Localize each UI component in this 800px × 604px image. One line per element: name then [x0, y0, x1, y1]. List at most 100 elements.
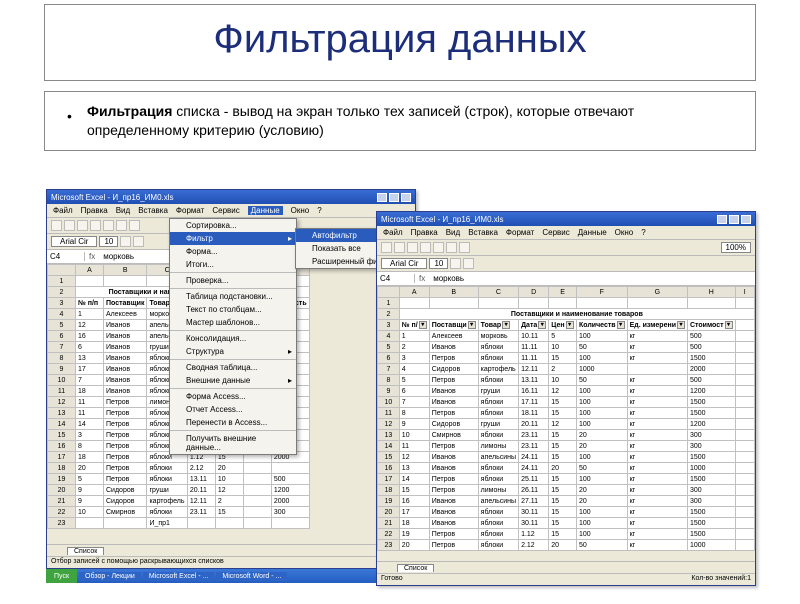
cell[interactable]: 1	[76, 309, 104, 320]
cell[interactable]: Сидоров	[104, 485, 147, 496]
cell[interactable]: кг	[627, 474, 687, 485]
cell[interactable]: Петров	[429, 540, 478, 551]
cell[interactable]: 1500	[688, 452, 736, 463]
cell[interactable]: 20	[399, 540, 429, 551]
menu-item[interactable]: ?	[317, 206, 321, 215]
menu-item[interactable]: Текст по столбцам...	[170, 303, 296, 316]
cell[interactable]: Иванов	[429, 386, 478, 397]
taskbar-item[interactable]: Обзор - Лекции	[79, 572, 141, 581]
menu-item[interactable]: Таблица подстановки...	[170, 288, 296, 303]
cell[interactable]: картофель	[478, 364, 518, 375]
cell[interactable]: 14	[76, 419, 104, 430]
cell[interactable]: Сидоров	[429, 364, 478, 375]
menubar-1[interactable]: ФайлПравкаВидВставкаФорматСервисДанныеОк…	[47, 204, 415, 218]
cell[interactable]: Петров	[429, 408, 478, 419]
taskbar-item[interactable]: Microsoft Word - ...	[216, 572, 287, 581]
menu-item[interactable]: Правка	[81, 206, 108, 215]
cell[interactable]: 7	[76, 375, 104, 386]
close-button[interactable]	[741, 215, 751, 224]
cell[interactable]: кг	[627, 430, 687, 441]
cell[interactable]: 500	[688, 331, 736, 342]
cell[interactable]: 5	[76, 474, 104, 485]
cell[interactable]: 14	[399, 474, 429, 485]
cell[interactable]: груши	[147, 485, 187, 496]
cell[interactable]: 1000	[688, 540, 736, 551]
cell[interactable]: лимоны	[478, 441, 518, 452]
cell[interactable]: Иванов	[104, 375, 147, 386]
cell[interactable]: 10	[76, 507, 104, 518]
menu-item[interactable]: Структура▸	[170, 345, 296, 358]
menubar-2[interactable]: ФайлПравкаВидВставкаФорматСервисДанныеОк…	[377, 226, 755, 240]
menu-item[interactable]: Перенести в Access...	[170, 416, 296, 429]
cell[interactable]: 9	[76, 485, 104, 496]
taskbar-item[interactable]: Microsoft Excel - ...	[143, 572, 215, 581]
cell[interactable]: Петров	[429, 353, 478, 364]
cell[interactable]: 50	[576, 375, 627, 386]
cell[interactable]: Иванов	[104, 364, 147, 375]
cell[interactable]: кг	[627, 386, 687, 397]
autofilter-arrow-icon[interactable]: ▾	[566, 321, 574, 329]
cell[interactable]: яблоки	[478, 397, 518, 408]
cell[interactable]: 6	[76, 342, 104, 353]
cell[interactable]: 17	[76, 364, 104, 375]
cell[interactable]: 5	[549, 331, 577, 342]
cell[interactable]: 20	[549, 540, 577, 551]
cell[interactable]: Петров	[104, 441, 147, 452]
cell[interactable]: Петров	[104, 397, 147, 408]
menu-item[interactable]: Сервис	[542, 228, 569, 237]
tb-copy-icon[interactable]	[446, 242, 457, 253]
autofilter-arrow-icon[interactable]: ▾	[677, 321, 685, 329]
cell[interactable]: яблоки	[478, 342, 518, 353]
cell[interactable]: 1000	[688, 463, 736, 474]
cell[interactable]: Иванов	[429, 518, 478, 529]
cell[interactable]: яблоки	[478, 518, 518, 529]
tabstrip-1[interactable]: Список	[47, 544, 415, 556]
cell[interactable]: 1500	[688, 518, 736, 529]
menu-item[interactable]: Вставка	[468, 228, 498, 237]
cell[interactable]: 1500	[688, 397, 736, 408]
cell[interactable]: 500	[688, 342, 736, 353]
menu-item[interactable]: Данные	[578, 228, 607, 237]
cell[interactable]: 1500	[688, 529, 736, 540]
cell[interactable]: Иванов	[104, 342, 147, 353]
cell[interactable]: яблоки	[478, 463, 518, 474]
cell[interactable]: кг	[627, 342, 687, 353]
maximize-button[interactable]	[729, 215, 739, 224]
menu-item[interactable]: Сервис	[212, 206, 239, 215]
cell[interactable]: 20	[215, 463, 243, 474]
cell[interactable]: 30.11	[519, 518, 549, 529]
cell[interactable]: 500	[688, 375, 736, 386]
menu-item[interactable]: Отчет Access...	[170, 403, 296, 416]
font-name-1[interactable]: Arial Cir	[51, 236, 97, 247]
cell[interactable]: 11	[399, 441, 429, 452]
minimize-button[interactable]	[717, 215, 727, 224]
menu-item[interactable]: Форма Access...	[170, 388, 296, 403]
cell[interactable]: И_пр1	[147, 518, 187, 529]
cell[interactable]: Иванов	[104, 386, 147, 397]
cell[interactable]: 16	[399, 496, 429, 507]
cell[interactable]: Иванов	[429, 452, 478, 463]
cell[interactable]: 19	[399, 529, 429, 540]
cell[interactable]: 11.11	[519, 342, 549, 353]
cell[interactable]: 23.11	[187, 507, 215, 518]
cell[interactable]: 20	[576, 496, 627, 507]
cell[interactable]: 17	[399, 507, 429, 518]
cell[interactable]: 1000	[576, 364, 627, 375]
cell[interactable]: 12	[549, 386, 577, 397]
cell[interactable]: 10	[549, 375, 577, 386]
name-box-2[interactable]: C4	[377, 274, 415, 283]
cell[interactable]: Сидоров	[429, 419, 478, 430]
autofilter-arrow-icon[interactable]: ▾	[725, 321, 733, 329]
font-size-1[interactable]: 10	[99, 236, 118, 247]
cell[interactable]: 12	[215, 485, 243, 496]
cell[interactable]	[76, 518, 104, 529]
cell[interactable]: 20	[576, 485, 627, 496]
tb-open-icon[interactable]	[64, 220, 75, 231]
cell[interactable]: 9	[399, 419, 429, 430]
cell[interactable]: 100	[576, 331, 627, 342]
cell[interactable]: яблоки	[478, 507, 518, 518]
cell[interactable]: Иванов	[104, 320, 147, 331]
cell[interactable]: 100	[576, 353, 627, 364]
cell[interactable]: 13	[76, 353, 104, 364]
menu-item[interactable]: Мастер шаблонов...	[170, 316, 296, 329]
